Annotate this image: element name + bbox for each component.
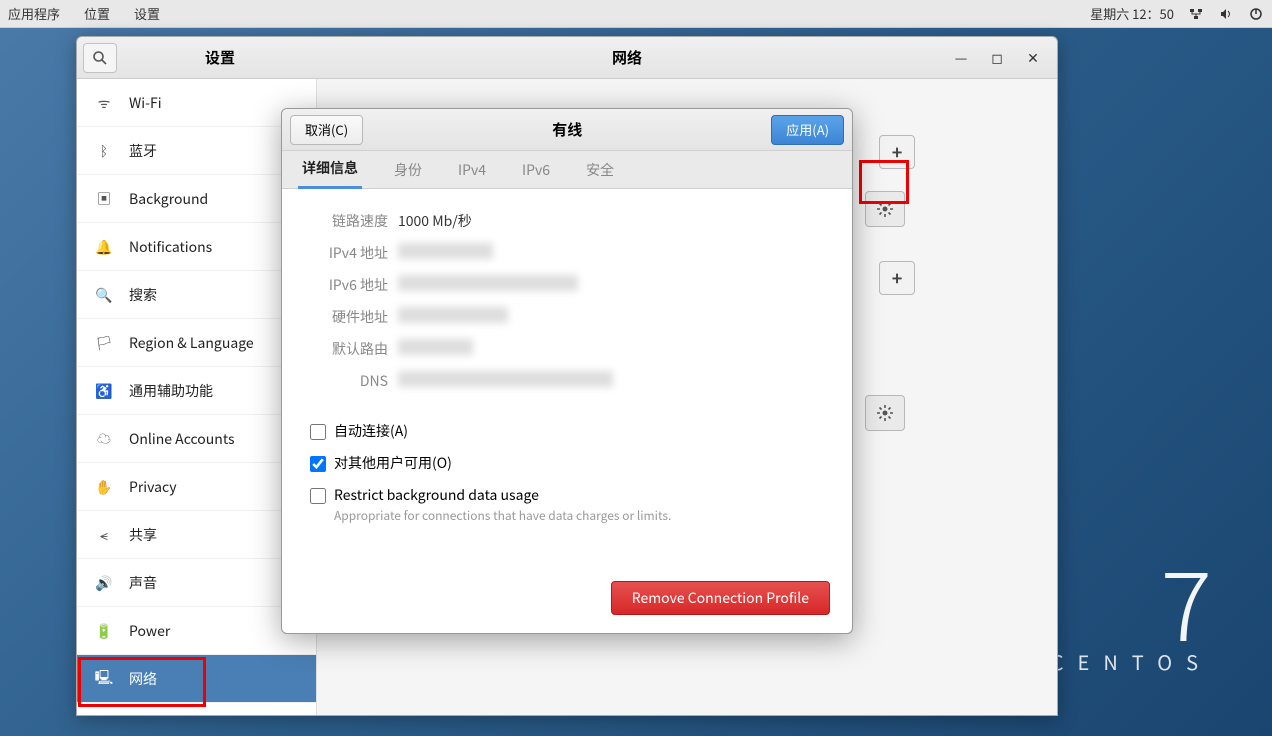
detail-label: 链路速度 xyxy=(310,211,388,231)
power-icon: 🔋 xyxy=(95,622,113,640)
restrict-bg-label: Restrict background data usage xyxy=(334,485,671,505)
apply-button[interactable]: 应用(A) xyxy=(771,115,844,145)
dialog-title: 有线 xyxy=(363,119,771,140)
hand-icon: ✋ xyxy=(95,478,113,496)
gear-icon xyxy=(876,404,894,422)
dialog-content: 链路速度 1000 Mb/秒 IPv4 地址 IPv6 地址 硬件地址 默认路由… xyxy=(282,189,852,633)
settings-titlebar: 设置 网络 — ◻ ✕ xyxy=(77,37,1057,79)
search-button[interactable] xyxy=(83,43,117,73)
remove-connection-button[interactable]: Remove Connection Profile xyxy=(611,581,830,615)
accessibility-icon: ♿ xyxy=(95,382,113,400)
detail-row-route: 默认路由 xyxy=(310,333,824,365)
add-connection-button-2[interactable]: + xyxy=(879,261,915,295)
auto-connect-checkbox[interactable] xyxy=(310,424,326,440)
brand-seven: 7 xyxy=(1051,562,1212,639)
sidebar-item-label: Online Accounts xyxy=(129,429,235,449)
sidebar-item-label: Background xyxy=(129,189,208,209)
sidebar-item-label: Region & Language xyxy=(129,333,254,353)
detail-row-ipv6: IPv6 地址 xyxy=(310,269,824,301)
auto-connect-label: 自动连接(A) xyxy=(334,421,408,441)
sidebar-item-label: Notifications xyxy=(129,237,212,257)
available-others-row: 对其他用户可用(O) xyxy=(310,453,824,473)
apps-menu[interactable]: 应用程序 xyxy=(8,4,60,23)
detail-label: IPv4 地址 xyxy=(310,243,388,263)
detail-value-route xyxy=(398,339,473,355)
restrict-bg-sublabel: Appropriate for connections that have da… xyxy=(334,507,671,524)
available-others-checkbox[interactable] xyxy=(310,456,326,472)
cloud-icon: ☁ xyxy=(95,430,113,448)
detail-value-ipv4 xyxy=(398,243,493,259)
sound-icon: 🔊 xyxy=(95,574,113,592)
dialog-titlebar: 取消(C) 有线 应用(A) xyxy=(282,109,852,151)
detail-label: DNS xyxy=(310,371,388,391)
detail-label: 默认路由 xyxy=(310,339,388,359)
sidebar-item-label: 蓝牙 xyxy=(129,141,157,161)
background-icon: ▣ xyxy=(95,190,113,208)
detail-row-hw: 硬件地址 xyxy=(310,301,824,333)
restrict-bg-checkbox[interactable] xyxy=(310,488,326,504)
restrict-bg-row: Restrict background data usage Appropria… xyxy=(310,485,824,524)
network-icon: 🖳 xyxy=(95,670,113,688)
detail-value-hw xyxy=(398,307,508,323)
close-button[interactable]: ✕ xyxy=(1019,46,1047,70)
sidebar-item-label: 共享 xyxy=(129,525,157,545)
volume-indicator-icon[interactable] xyxy=(1218,6,1234,22)
sidebar-item-network[interactable]: 🖳 网络 xyxy=(77,655,316,703)
tab-security[interactable]: 安全 xyxy=(582,152,618,188)
region-icon: 🏳 xyxy=(95,334,113,352)
gear-icon xyxy=(876,200,894,218)
dialog-tabs: 详细信息 身份 IPv4 IPv6 安全 xyxy=(282,151,852,189)
apps-label: 应用程序 xyxy=(8,4,60,23)
desktop-branding: 7 CENTOS xyxy=(1051,562,1212,676)
detail-value-ipv6 xyxy=(398,275,578,291)
sidebar-item-label: 声音 xyxy=(129,573,157,593)
search-icon xyxy=(92,50,108,66)
connection-settings-button-2[interactable] xyxy=(865,395,905,431)
connection-settings-button-1[interactable] xyxy=(865,191,905,227)
sidebar-item-label: 搜索 xyxy=(129,285,157,305)
tab-details[interactable]: 详细信息 xyxy=(298,150,362,189)
places-menu[interactable]: 位置 xyxy=(84,4,110,23)
available-others-label: 对其他用户可用(O) xyxy=(334,453,452,473)
bluetooth-icon: ᛒ xyxy=(95,142,113,160)
detail-row-dns: DNS xyxy=(310,365,824,397)
detail-row-linkspeed: 链路速度 1000 Mb/秒 xyxy=(310,205,824,237)
detail-value-linkspeed: 1000 Mb/秒 xyxy=(398,211,472,231)
search-sidebar-icon: 🔍 xyxy=(95,286,113,304)
sidebar-item-label: Privacy xyxy=(129,477,177,497)
detail-value-dns xyxy=(398,371,613,387)
settings-label: 设置 xyxy=(123,47,317,68)
sidebar-item-label: 通用辅助功能 xyxy=(129,381,213,401)
bell-icon: 🔔 xyxy=(95,238,113,256)
share-icon: ⪪ xyxy=(95,526,113,544)
wifi-icon: ᯤ xyxy=(95,94,113,112)
detail-label: IPv6 地址 xyxy=(310,275,388,295)
tab-ipv4[interactable]: IPv4 xyxy=(454,152,490,188)
auto-connect-row: 自动连接(A) xyxy=(310,421,824,441)
settings-menu[interactable]: 设置 xyxy=(134,4,160,23)
datetime[interactable]: 星期六 12：50 xyxy=(1090,4,1174,23)
sidebar-item-label: 网络 xyxy=(129,669,157,689)
minimize-button[interactable]: — xyxy=(947,46,975,70)
sidebar-item-label: Power xyxy=(129,621,170,641)
add-connection-button-1[interactable]: + xyxy=(879,135,915,169)
brand-name: CENTOS xyxy=(1051,647,1212,676)
detail-row-ipv4: IPv4 地址 xyxy=(310,237,824,269)
detail-label: 硬件地址 xyxy=(310,307,388,327)
maximize-button[interactable]: ◻ xyxy=(983,46,1011,70)
page-title: 网络 xyxy=(317,47,937,68)
top-panel: 应用程序 位置 设置 星期六 12：50 xyxy=(0,0,1272,28)
network-indicator-icon[interactable] xyxy=(1188,6,1204,22)
power-indicator-icon[interactable] xyxy=(1248,6,1264,22)
sidebar-item-label: Wi-Fi xyxy=(129,93,162,113)
cancel-button[interactable]: 取消(C) xyxy=(290,115,363,145)
tab-identity[interactable]: 身份 xyxy=(390,152,426,188)
tab-ipv6[interactable]: IPv6 xyxy=(518,152,554,188)
wired-connection-dialog: 取消(C) 有线 应用(A) 详细信息 身份 IPv4 IPv6 安全 链路速度… xyxy=(281,108,853,634)
